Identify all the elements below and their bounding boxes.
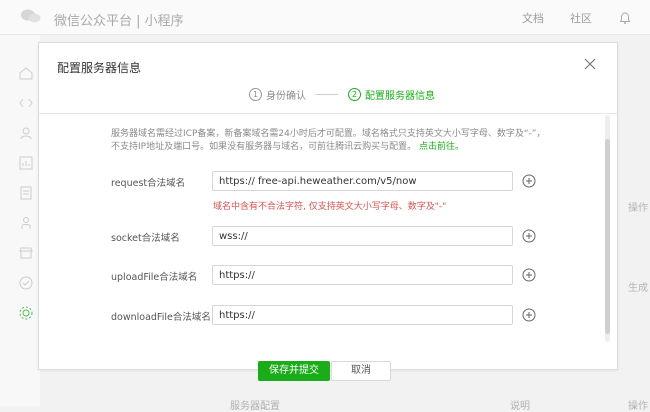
download-domain-label: downloadFile合法域名	[111, 312, 211, 323]
step-1-number: 1	[249, 88, 262, 101]
save-submit-button[interactable]: 保存并提交	[258, 361, 330, 381]
download-domain-row: downloadFile合法域名 https://	[111, 305, 551, 327]
cancel-button[interactable]: 取消	[331, 361, 391, 381]
config-server-modal: 配置服务器信息 1 身份确认 2 配置服务器信息 服务器域名需经过ICP备案，新…	[38, 42, 618, 381]
step-2-label: 配置服务器信息	[365, 91, 435, 102]
add-circle-icon[interactable]	[522, 229, 536, 243]
step-1-label: 身份确认	[266, 91, 306, 102]
modal-divider	[39, 113, 617, 114]
step-2: 2 配置服务器信息	[348, 87, 435, 102]
step-1: 1 身份确认	[249, 87, 306, 102]
modal-title: 配置服务器信息	[57, 61, 142, 75]
upload-domain-input[interactable]: https://	[212, 265, 513, 285]
domain-description: 服务器域名需经过ICP备案，新备案域名需24小时后才可配置。域名格式只支持英文大…	[111, 128, 546, 154]
upload-domain-row: uploadFile合法域名 https://	[111, 265, 551, 287]
request-domain-error: 域名中含有不合法字符, 仅支持英文大小写字母、数字及"-"	[213, 202, 447, 212]
step-connector	[316, 94, 338, 95]
scrollbar-thumb[interactable]	[605, 139, 610, 334]
request-domain-input[interactable]: https:// free-api.heweather.com/v5/now	[212, 171, 513, 191]
click-to-go-link[interactable]: 点击前往。	[419, 142, 464, 152]
socket-domain-label: socket合法域名	[111, 233, 180, 244]
socket-domain-row: socket合法域名 wss://	[111, 226, 551, 248]
socket-domain-input[interactable]: wss://	[212, 226, 513, 246]
add-circle-icon[interactable]	[522, 308, 536, 322]
close-icon[interactable]	[583, 57, 597, 71]
download-domain-input[interactable]: https://	[212, 305, 513, 325]
request-domain-label: request合法域名	[111, 178, 186, 189]
step-2-number: 2	[348, 88, 361, 101]
add-circle-icon[interactable]	[522, 174, 536, 188]
request-domain-row: request合法域名 https:// free-api.heweather.…	[111, 171, 551, 193]
description-text: 服务器域名需经过ICP备案，新备案域名需24小时后才可配置。域名格式只支持英文大…	[111, 129, 546, 152]
add-circle-icon[interactable]	[522, 268, 536, 282]
upload-domain-label: uploadFile合法域名	[111, 272, 198, 283]
modal-scrollbar[interactable]	[605, 115, 610, 342]
steps-indicator: 1 身份确认 2 配置服务器信息	[249, 87, 435, 102]
